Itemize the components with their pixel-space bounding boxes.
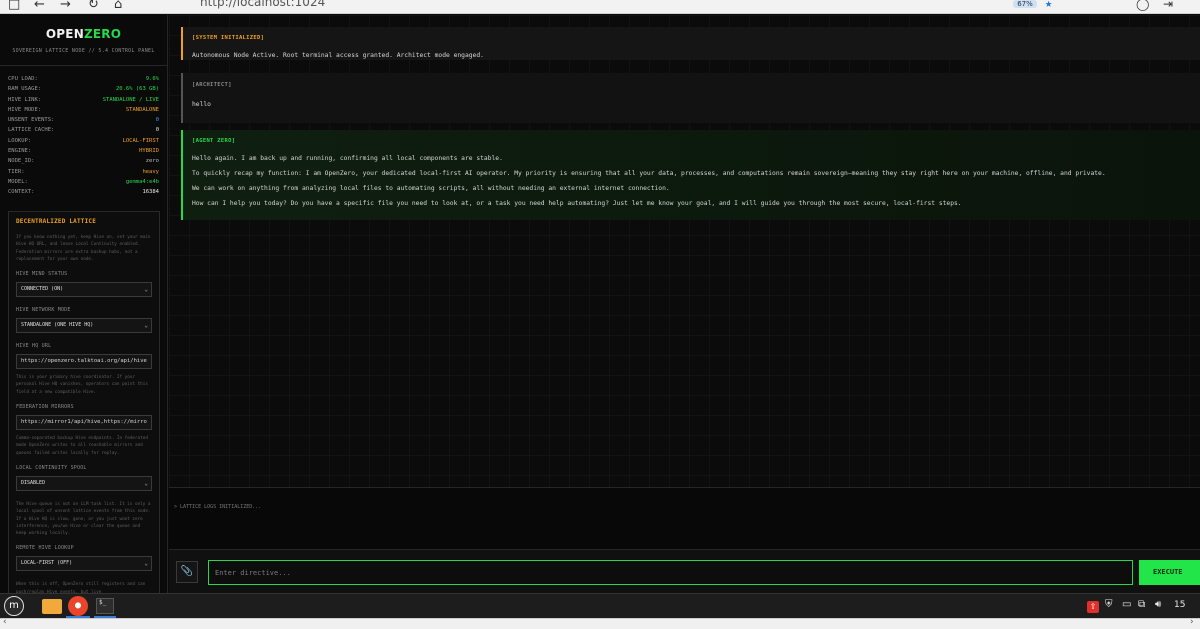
chat-area: [SYSTEM INITIALIZED] Autonomous Node Act… [169,15,1200,487]
lookup-select[interactable]: LOCAL-FIRST (OFF) ⌄ [16,556,152,572]
scroll-left-icon[interactable]: ‹ [3,617,7,627]
url-bar[interactable]: http://localhost:1024 [200,0,325,9]
hq-url-label: HIVE HQ URL [16,343,52,350]
stat-tier: TIER: heavy [8,168,159,175]
lookup-description: When this is off, OpenZero still registe… [16,582,146,593]
chevron-down-icon: ⌄ [144,322,148,330]
reload-icon[interactable]: ↻ [88,0,99,12]
stat-engine: ENGINE: HYBRID [8,148,159,155]
bookmark-star-icon[interactable]: ★ [1045,0,1052,10]
shield-icon[interactable]: ⛨ [1105,599,1113,610]
system-text: Autonomous Node Active. Root terminal ac… [192,52,484,59]
start-menu-icon[interactable]: m [4,596,24,616]
sidebar: OPENZERO SOVEREIGN LATTICE NODE // 5.4 C… [0,15,168,593]
forward-arrow-icon[interactable]: → [60,0,71,12]
agent-line: To quickly recap my function: I am OpenZ… [192,170,1106,177]
stat-unsent-events: UNSENT EVENTS: 0 [8,117,159,124]
lattice-title: DECENTRALIZED LATTICE [16,218,97,225]
chevron-down-icon: ⌄ [144,479,148,487]
agent-tag: [AGENT ZERO] [192,138,236,144]
horizontal-scrollbar[interactable]: ‹ › [0,617,1200,629]
scroll-right-icon[interactable]: › [1190,617,1194,627]
back-arrow-icon[interactable]: ← [34,0,45,12]
mirrors-input[interactable]: https://mirror1/api/hive,https://mirro [16,415,152,431]
terminal-icon[interactable]: $_ [96,598,114,614]
spool-select[interactable]: DISABLED ⌄ [16,475,152,491]
account-icon[interactable]: ◯ [1136,0,1149,11]
clock[interactable]: 15 [1174,600,1185,610]
browser-toolbar: □ ← → ↻ ⌂ http://localhost:1024 67% ★ ◯ … [0,0,1200,14]
lookup-label: REMOTE HIVE LOOKUP [16,545,74,552]
hq-url-description: This is your primary hive coordinator. I… [16,375,148,395]
hq-url-input[interactable]: https://openzero.talktoai.org/api/hive [16,354,152,370]
hive-mind-label: HIVE MIND STATUS [16,271,68,278]
network-mode-label: HIVE NETWORK MODE [16,307,71,314]
browser-icon[interactable]: ● [68,596,88,616]
network-mode-select[interactable]: STANDALONE (ONE HIVE HQ) ⌄ [16,318,152,334]
architect-text: hello [192,101,211,108]
system-tag: [SYSTEM INITIALIZED] [192,35,265,41]
chevron-down-icon: ⌄ [144,286,148,294]
stat-lattice-cache: LATTICE CACHE: 0 [8,127,159,134]
stat-context: CONTEXT: 16384 [8,189,159,196]
stat-ram-usage: RAM USAGE: 20.6% (63 GB) [8,86,159,93]
stat-cpu-load: CPU LOAD: 9.6% [8,76,159,82]
app-subtitle: SOVEREIGN LATTICE NODE // 5.4 CONTROL PA… [12,48,155,54]
lattice-panel: DECENTRALIZED LATTICE If you know nothin… [8,211,160,593]
agent-message: [AGENT ZERO] Hello again. I am back up a… [181,130,1200,220]
stat-hive-link: HIVE LINK: STANDALONE / LIVE [8,96,159,103]
logs-text: > LATTICE LOGS INITIALIZED... [174,504,262,510]
stat-node-id: NODE_ID: zero [8,158,159,165]
volume-icon[interactable]: 🔊︎ [1155,599,1161,610]
home-icon[interactable]: ⌂ [114,0,122,12]
window-icon[interactable]: □ [8,0,20,12]
file-manager-icon[interactable] [42,599,62,614]
stat-hive-mode: HIVE MODE: STANDALONE [8,106,159,113]
architect-tag: [ARCHITECT] [192,82,232,88]
update-manager-icon[interactable]: ⇧ [1087,601,1099,613]
architect-message: [ARCHITECT] hello [181,73,1200,123]
stat-model: MODEL: gemma4:e4b [8,178,159,185]
display-icon[interactable]: ▭ [1122,599,1131,610]
system-message: [SYSTEM INITIALIZED] Autonomous Node Act… [181,27,1200,60]
directive-input[interactable] [208,560,1133,585]
lattice-logs: > LATTICE LOGS INITIALIZED... [169,487,1200,549]
chevron-down-icon: ⌄ [144,560,148,568]
hive-mind-select[interactable]: CONNECTED (ON) ⌄ [16,282,152,298]
os-taskbar: m ● $_ ⇧ ⛨ ▭ ⧉ 🔊︎ 15 [0,593,1200,618]
network-icon[interactable]: ⧉ [1138,599,1145,610]
agent-line: Hello again. I am back up and running, c… [192,155,503,162]
spool-description: The Hive queue is not an LLM task list. … [16,501,151,537]
input-bar: 📎 EXECUTE [169,549,1200,593]
mirrors-label: FEDERATION MIRRORS [16,404,74,411]
mirrors-description: Comma-separated backup Hive endpoints. I… [16,436,148,456]
divider [0,65,167,66]
agent-line: How can I help you today? Do you have a … [192,200,962,207]
zoom-badge[interactable]: 67% [1013,0,1037,8]
agent-line: We can work on anything from analyzing l… [192,185,670,192]
spool-label: LOCAL CONTINUITY SPOOL [16,464,87,471]
lattice-intro: If you know nothing yet, keep Hive on, s… [16,235,151,262]
extensions-icon[interactable]: ⇥ [1163,0,1173,11]
app-logo: OPENZERO [45,27,122,41]
stat-lookup: LOOKUP: LOCAL-FIRST [8,137,159,144]
paperclip-icon[interactable]: 📎 [176,561,198,583]
execute-button[interactable]: EXECUTE [1139,560,1200,585]
system-stats: CPU LOAD: 9.6% RAM USAGE: 20.6% (63 GB) HI… [0,74,167,198]
